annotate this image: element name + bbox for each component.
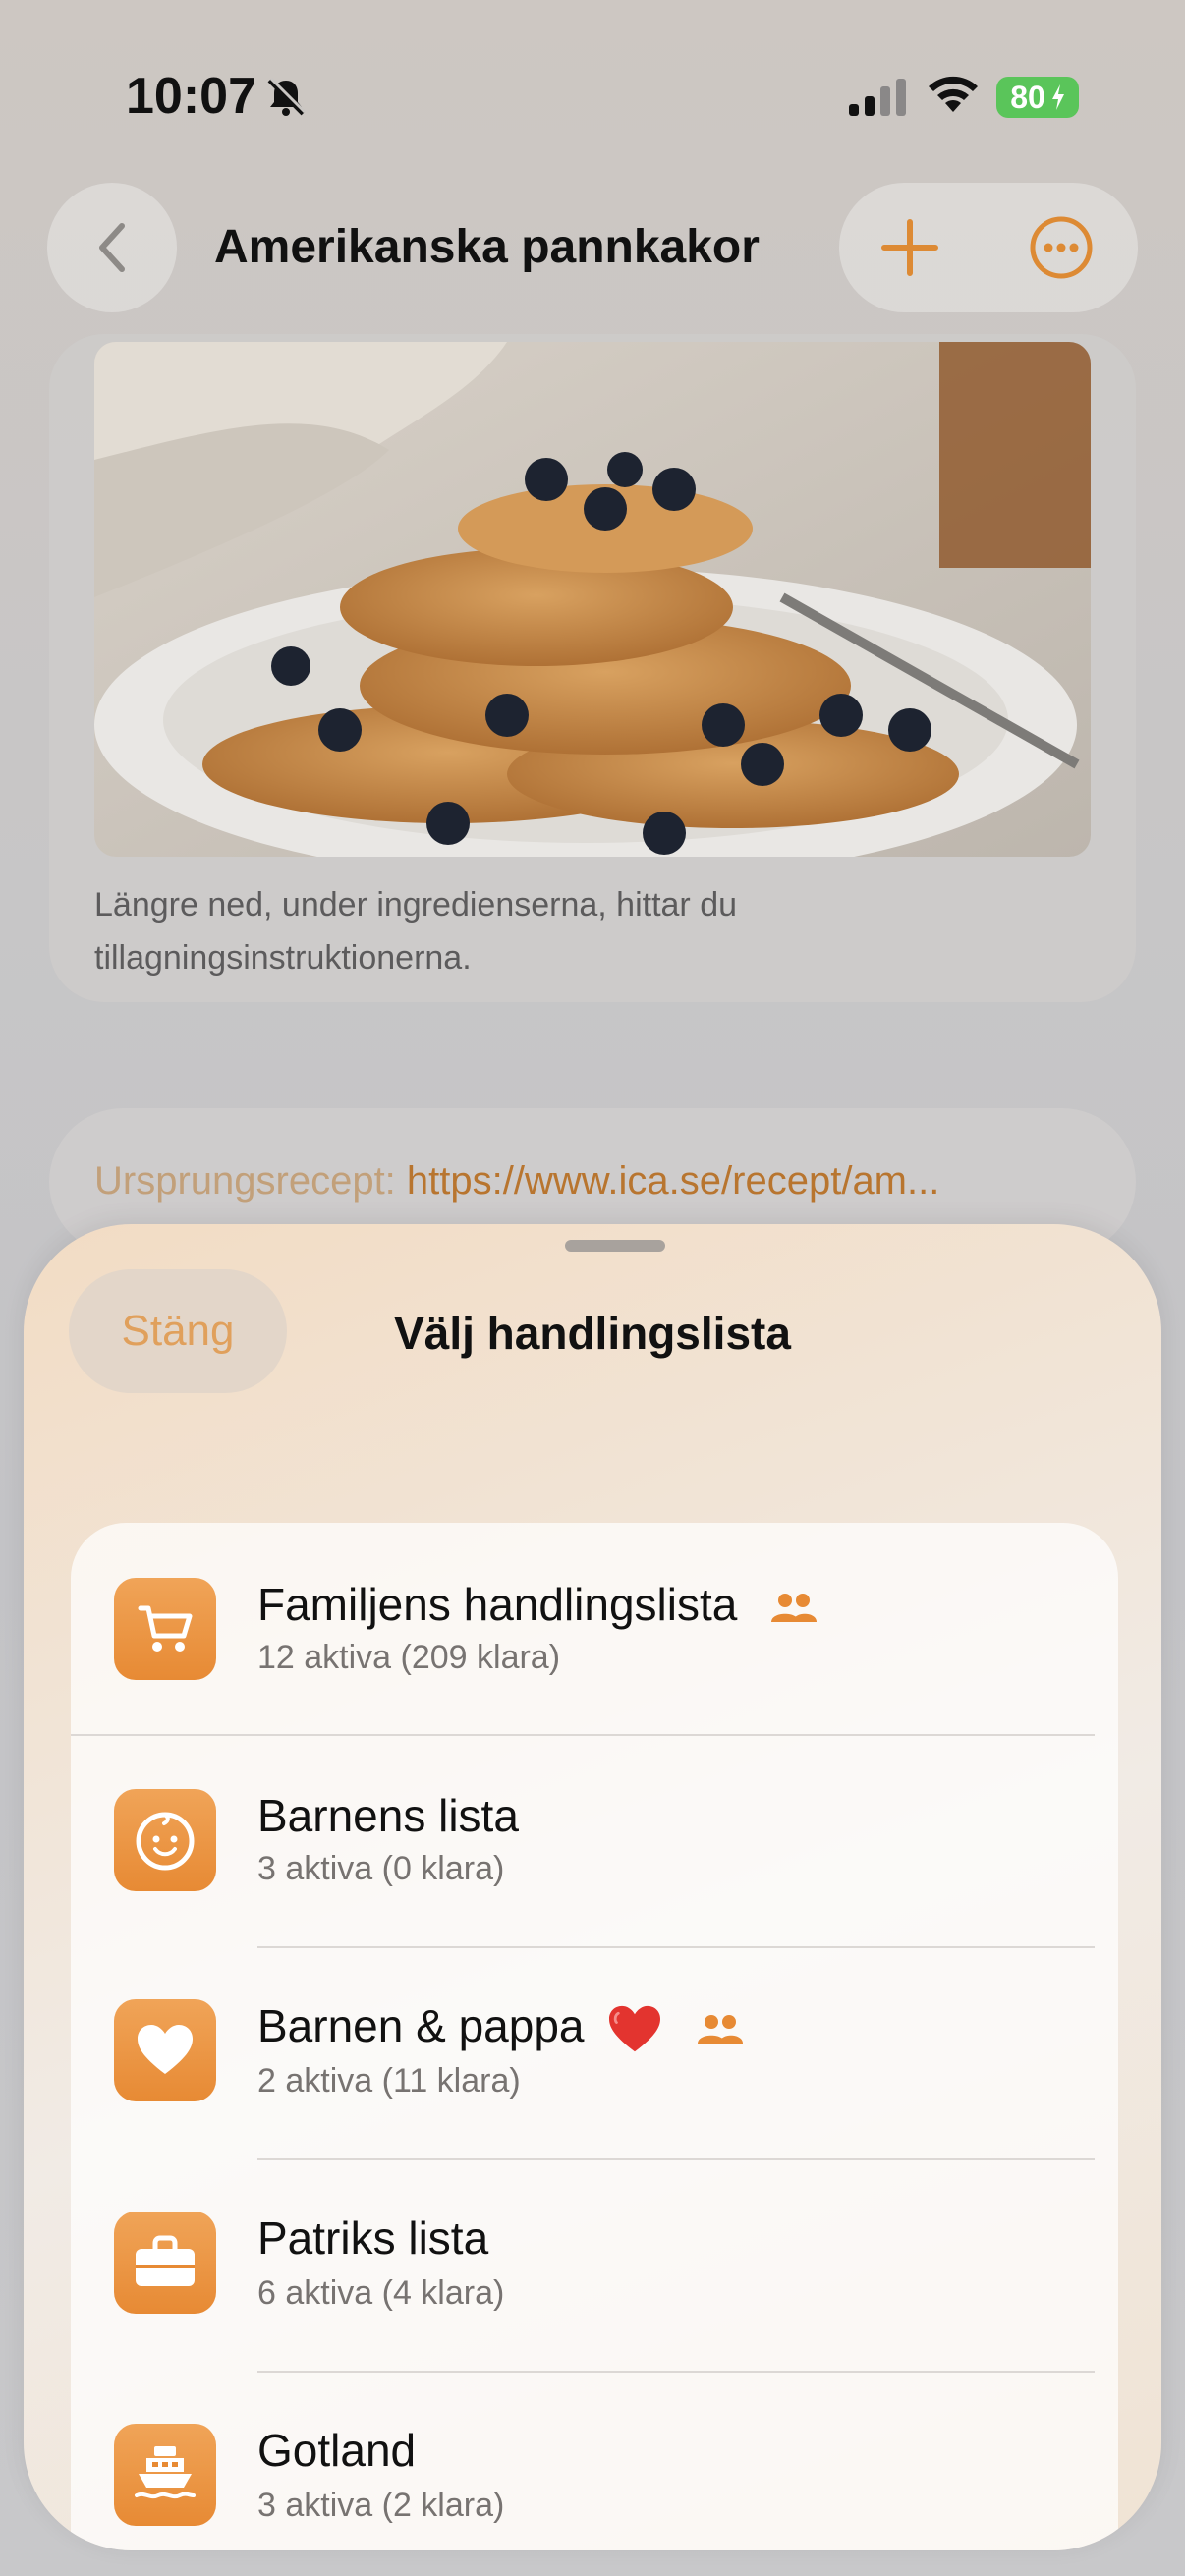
shared-people-icon bbox=[771, 1593, 818, 1622]
heart-icon bbox=[114, 1999, 216, 2101]
wifi-icon bbox=[929, 76, 978, 112]
shared-people-icon bbox=[698, 2014, 744, 2044]
more-options-icon[interactable] bbox=[1028, 214, 1095, 281]
page-title: Amerikanska pannkakor bbox=[214, 221, 760, 273]
source-link[interactable]: https://www.ica.se/recept/am... bbox=[407, 1159, 939, 1203]
source-line: Ursprungsrecept: https://www.ica.se/rece… bbox=[94, 1159, 1087, 1204]
list-item-barnens-lista[interactable]: Barnens lista 3 aktiva (0 klara) bbox=[71, 1736, 1118, 1947]
sheet-title: Välj handlingslista bbox=[394, 1308, 791, 1359]
recipe-photo bbox=[94, 342, 1091, 857]
list-name: Patriks lista bbox=[257, 2212, 489, 2264]
plus-icon[interactable] bbox=[876, 214, 943, 281]
list-name: Familjens handlingslista bbox=[257, 1578, 818, 1631]
list-counts: 12 aktiva (209 klara) bbox=[257, 1639, 561, 1676]
charging-bolt-icon bbox=[1051, 84, 1064, 110]
list-item-barnen-pappa[interactable]: Barnen & pappa 2 aktiva (11 klara) bbox=[71, 1948, 1118, 2159]
briefcase-icon bbox=[114, 2212, 216, 2314]
baby-face-icon bbox=[114, 1789, 216, 1891]
battery-indicator: 80 bbox=[996, 77, 1079, 118]
chevron-left-icon bbox=[99, 223, 125, 272]
cart-icon bbox=[114, 1578, 216, 1680]
source-label: Ursprungsrecept: bbox=[94, 1159, 396, 1203]
list-name: Gotland bbox=[257, 2425, 417, 2476]
sheet-grabber[interactable] bbox=[565, 1240, 665, 1252]
red-heart-icon bbox=[609, 2005, 661, 2052]
shopping-list-sheet: Stäng Välj handlingslista Familjens hand… bbox=[24, 1224, 1161, 2550]
pancake-image bbox=[94, 342, 1091, 857]
back-button[interactable] bbox=[47, 183, 177, 312]
list-item-familjens-handlingslista[interactable]: Familjens handlingslista 12 aktiva (209 … bbox=[71, 1523, 1118, 1734]
status-time: 10:07 bbox=[126, 68, 256, 125]
status-bar: 10:07 80 bbox=[0, 0, 1185, 187]
list-counts: 2 aktiva (11 klara) bbox=[257, 2062, 521, 2100]
recipe-caption: Längre ned, under ingredienserna, hittar… bbox=[94, 886, 738, 977]
ferry-icon bbox=[114, 2424, 216, 2526]
list-name: Barnen & pappa bbox=[257, 1999, 744, 2055]
silent-bell-icon bbox=[267, 77, 307, 116]
list-counts: 6 aktiva (4 klara) bbox=[257, 2274, 505, 2312]
list-counts: 3 aktiva (2 klara) bbox=[257, 2487, 505, 2524]
list-item-gotland[interactable]: Gotland 3 aktiva (2 klara) bbox=[71, 2373, 1118, 2550]
list-counts: 3 aktiva (0 klara) bbox=[257, 1850, 505, 1887]
cellular-signal-icon bbox=[849, 79, 906, 116]
list-item-patriks-lista[interactable]: Patriks lista 6 aktiva (4 klara) bbox=[71, 2160, 1118, 2372]
shopping-lists: Familjens handlingslista 12 aktiva (209 … bbox=[71, 1523, 1118, 2550]
list-name: Barnens lista bbox=[257, 1790, 519, 1841]
nav-action-group bbox=[839, 183, 1138, 312]
